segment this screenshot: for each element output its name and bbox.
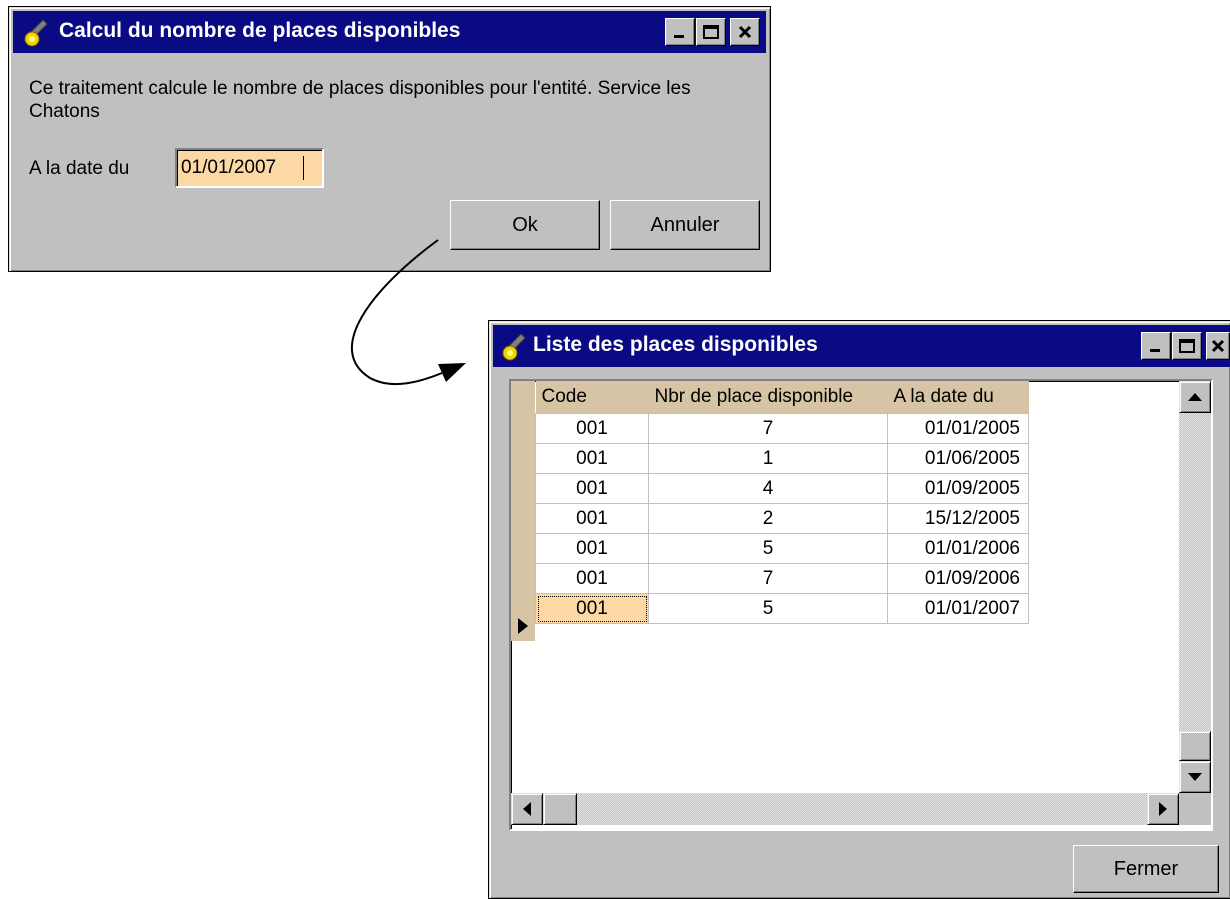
places-table: Code Nbr de place disponible A la date d… <box>535 381 1029 624</box>
close-icon <box>1211 339 1225 353</box>
table-row[interactable]: 001 1 01/06/2005 <box>535 443 1029 474</box>
table-row[interactable]: 001 7 01/01/2005 <box>535 413 1029 444</box>
vertical-scroll-thumb[interactable] <box>1179 731 1211 761</box>
table-row[interactable]: 001 5 01/01/2007 <box>535 593 1029 624</box>
liste-dialog-title: Liste des places disponibles <box>533 333 818 356</box>
cancel-button[interactable]: Annuler <box>610 200 760 250</box>
cell-nbr[interactable]: 7 <box>648 413 888 444</box>
cell-code[interactable]: 001 <box>535 443 649 474</box>
table-row[interactable]: 001 7 01/09/2006 <box>535 563 1029 594</box>
cell-date[interactable]: 01/06/2005 <box>887 443 1029 474</box>
liste-dialog-titlebar[interactable]: Liste des places disponibles <box>493 325 1230 367</box>
scroll-down-button[interactable] <box>1179 761 1211 793</box>
scroll-up-icon <box>1188 393 1202 401</box>
maximize-button[interactable] <box>1172 332 1202 360</box>
fermer-button[interactable]: Fermer <box>1073 845 1219 893</box>
maximize-icon <box>1179 339 1195 353</box>
column-header-nbr[interactable]: Nbr de place disponible <box>648 381 888 414</box>
scroll-left-icon <box>523 802 531 816</box>
minimize-button[interactable] <box>1141 332 1171 360</box>
close-icon <box>738 25 752 39</box>
column-header-code[interactable]: Code <box>535 381 649 414</box>
minimize-icon <box>1150 349 1160 352</box>
horizontal-scrollbar[interactable] <box>511 793 1179 825</box>
cell-code[interactable]: 001 <box>535 473 649 504</box>
cell-date[interactable]: 01/01/2006 <box>887 533 1029 564</box>
table-row[interactable]: 001 4 01/09/2005 <box>535 473 1029 504</box>
scroll-right-icon <box>1159 802 1167 816</box>
scroll-down-icon <box>1188 773 1202 781</box>
cell-code[interactable]: 001 <box>535 503 649 534</box>
maximize-icon <box>703 25 719 39</box>
places-grid[interactable]: Code Nbr de place disponible A la date d… <box>509 379 1213 831</box>
cell-code[interactable]: 001 <box>535 533 649 564</box>
cell-code[interactable]: 001 <box>535 563 649 594</box>
scroll-up-button[interactable] <box>1179 381 1211 413</box>
table-row[interactable]: 001 5 01/01/2006 <box>535 533 1029 564</box>
app-icon <box>24 19 48 47</box>
row-pointer-icon <box>518 618 528 634</box>
maximize-button[interactable] <box>696 18 726 46</box>
cell-nbr[interactable]: 1 <box>648 443 888 474</box>
cancel-button-label: Annuler <box>650 213 720 236</box>
close-button[interactable] <box>730 18 760 46</box>
cell-date[interactable]: 01/09/2005 <box>887 473 1029 504</box>
minimize-icon <box>674 35 684 38</box>
table-row[interactable]: 001 2 15/12/2005 <box>535 503 1029 534</box>
date-label: A la date du <box>29 158 130 179</box>
date-input-value: 01/01/2007 <box>181 157 277 178</box>
cell-nbr[interactable]: 5 <box>648 533 888 564</box>
cell-nbr[interactable]: 4 <box>648 473 888 504</box>
cell-code[interactable]: 001 <box>535 593 649 624</box>
cell-date[interactable]: 15/12/2005 <box>887 503 1029 534</box>
column-header-date[interactable]: A la date du <box>887 381 1029 414</box>
ok-button[interactable]: Ok <box>450 200 600 250</box>
scrollbar-corner <box>1179 793 1211 825</box>
text-cursor <box>303 156 304 180</box>
cell-nbr[interactable]: 2 <box>648 503 888 534</box>
horizontal-scroll-thumb[interactable] <box>543 793 577 825</box>
cell-nbr[interactable]: 5 <box>648 593 888 624</box>
row-indicator-column <box>511 381 535 641</box>
cell-date[interactable]: 01/01/2005 <box>887 413 1029 444</box>
ok-button-label: Ok <box>512 213 538 236</box>
app-icon <box>502 333 526 361</box>
calcul-description: Ce traitement calcule le nombre de place… <box>29 78 691 122</box>
date-input[interactable]: 01/01/2007 <box>175 148 324 188</box>
liste-dialog: Liste des places disponibles Code Nbr de… <box>488 320 1230 899</box>
scroll-left-button[interactable] <box>511 793 543 825</box>
cell-nbr[interactable]: 7 <box>648 563 888 594</box>
close-button[interactable] <box>1206 332 1230 360</box>
vertical-scrollbar[interactable] <box>1179 381 1211 793</box>
cell-date[interactable]: 01/01/2007 <box>887 593 1029 624</box>
table-header-row: Code Nbr de place disponible A la date d… <box>535 381 1029 414</box>
curved-arrow-icon <box>350 239 466 386</box>
cell-code[interactable]: 001 <box>535 413 649 444</box>
minimize-button[interactable] <box>665 18 695 46</box>
calcul-dialog-title: Calcul du nombre de places disponibles <box>59 19 461 42</box>
calcul-dialog-titlebar[interactable]: Calcul du nombre de places disponibles <box>13 11 766 53</box>
fermer-button-label: Fermer <box>1113 857 1179 880</box>
scroll-right-button[interactable] <box>1147 793 1179 825</box>
cell-date[interactable]: 01/09/2006 <box>887 563 1029 594</box>
